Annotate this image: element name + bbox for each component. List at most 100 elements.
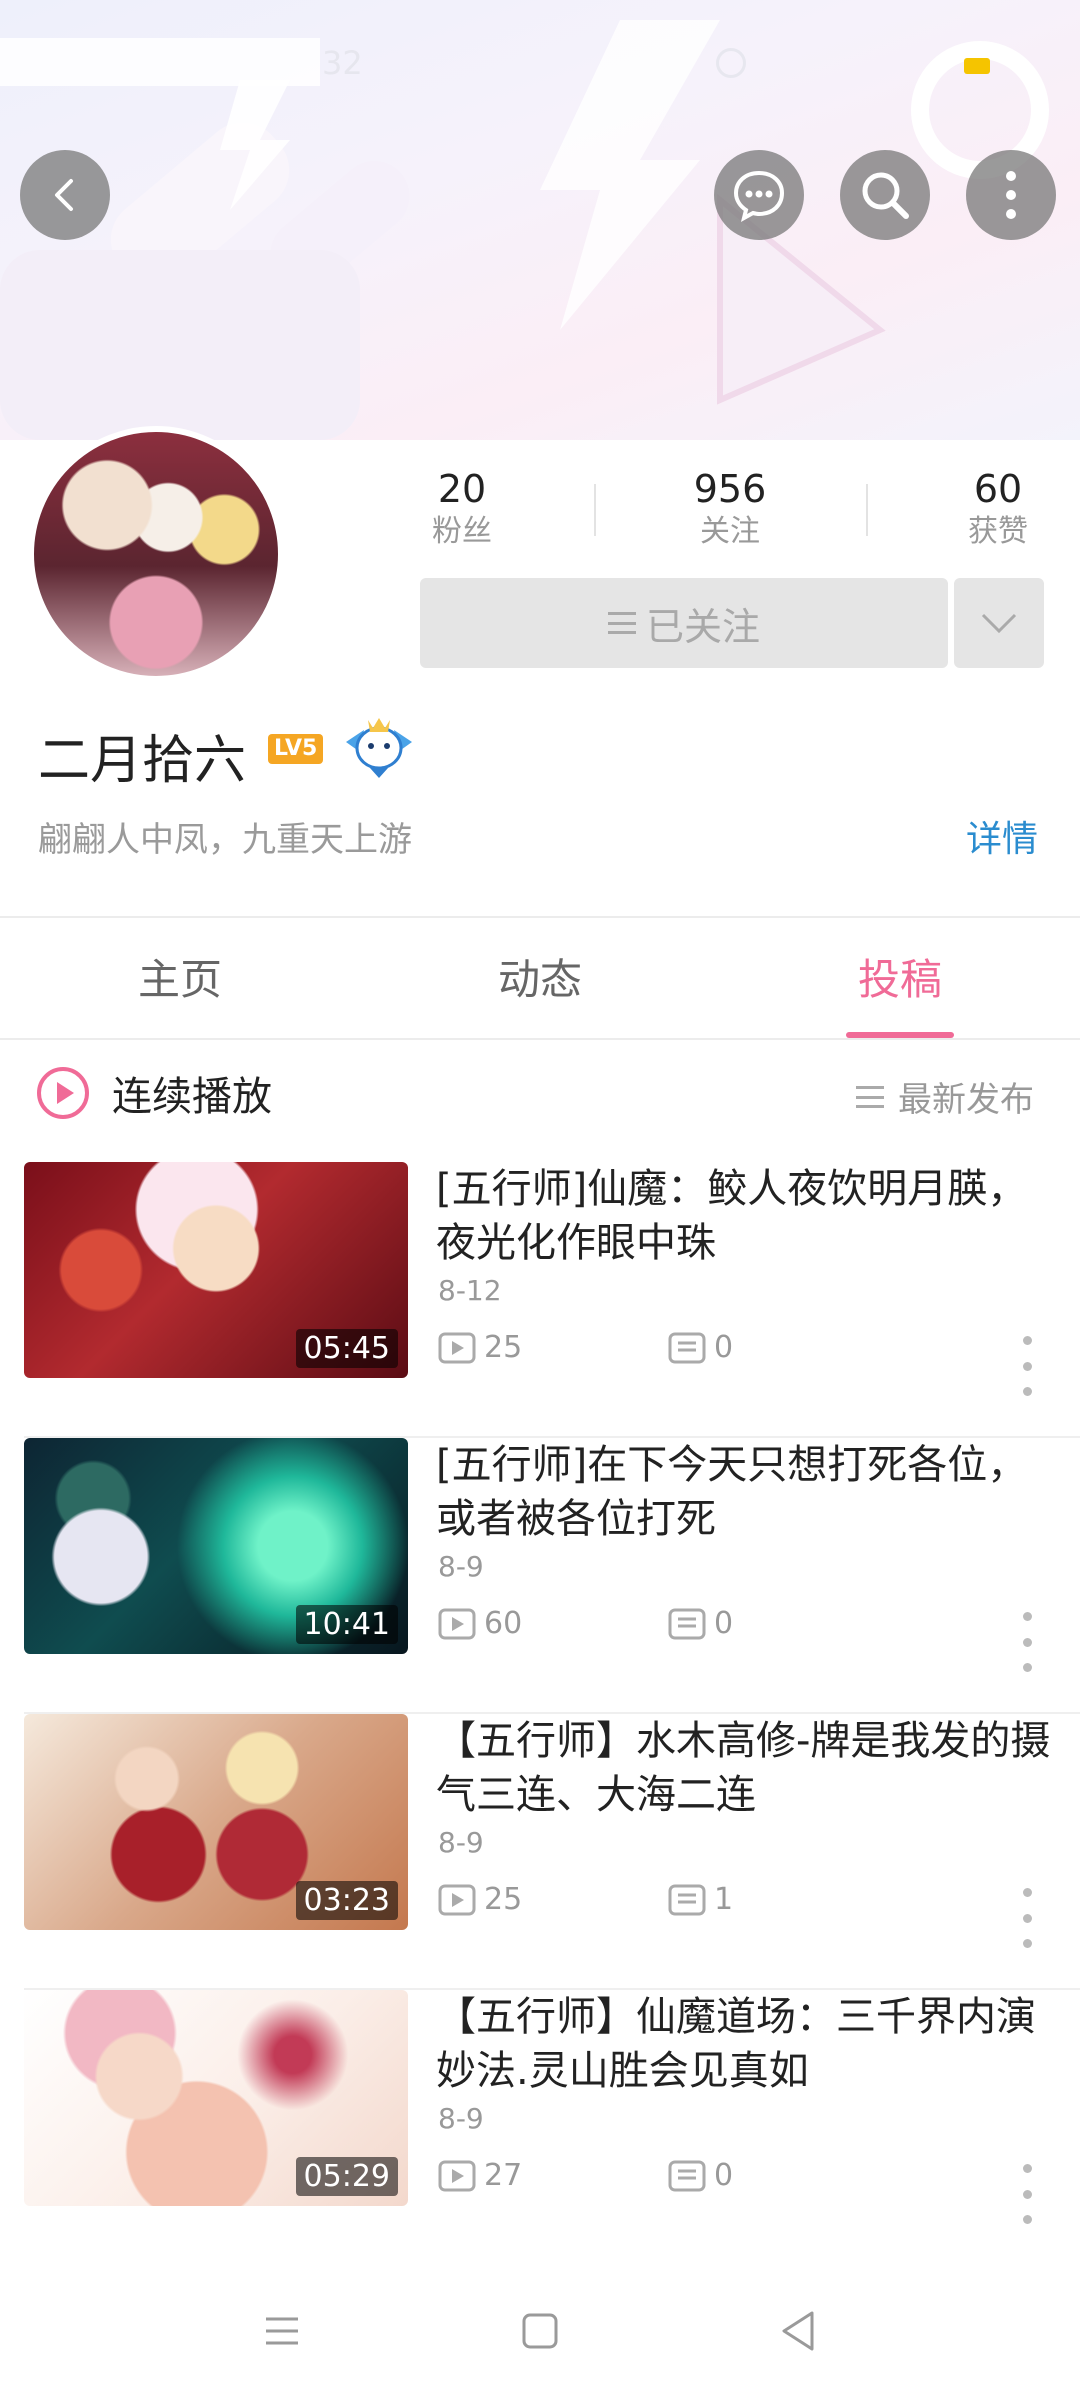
- bio-text: 翩翩人中凤，九重天上游: [38, 820, 412, 860]
- chat-bubble-icon: [733, 170, 785, 222]
- video-comments: 0: [668, 1330, 733, 1365]
- mascot-badge-icon: [346, 718, 412, 778]
- nav-back-button[interactable]: [718, 2262, 878, 2400]
- back-button[interactable]: [20, 150, 110, 240]
- video-plays: 25: [438, 1882, 522, 1917]
- stat-likes-label: 获赞: [968, 514, 1028, 549]
- stat-fans-value: 20: [437, 467, 487, 511]
- video-play-count: 25: [484, 1330, 523, 1365]
- video-title[interactable]: [五行师]仙魔：鲛人夜饮明月朠，夜光化作眼中珠: [436, 1162, 1056, 1270]
- sort-button[interactable]: 最新发布: [856, 1072, 1034, 1121]
- video-more-button[interactable]: [1012, 1612, 1042, 1672]
- video-title[interactable]: 【五行师】仙魔道场：三千界内演妙法.灵山胜会见真如: [436, 1990, 1056, 2098]
- video-comment-count: 1: [714, 1882, 734, 1917]
- detail-link[interactable]: 详情: [966, 810, 1038, 862]
- chevron-left-icon: [55, 179, 73, 211]
- video-thumbnail[interactable]: 10:41: [24, 1438, 408, 1654]
- video-comment-count: 0: [714, 2158, 734, 2193]
- play-circle-icon: [37, 1067, 89, 1119]
- video-comment-count: 0: [714, 1606, 734, 1641]
- video-date: 8-9: [438, 1826, 484, 1859]
- username: 二月拾六: [38, 731, 247, 791]
- video-plays: 27: [438, 2158, 522, 2193]
- followed-button-label: 已关注: [645, 604, 760, 649]
- video-play-count: 27: [484, 2158, 523, 2193]
- stat-likes[interactable]: 60 获赞: [918, 466, 1078, 552]
- play-count-icon: [438, 1608, 476, 1639]
- video-thumbnail[interactable]: 05:29: [24, 1990, 408, 2206]
- tab-dynamics[interactable]: 动态: [440, 946, 640, 1007]
- video-thumbnail[interactable]: 03:23: [24, 1714, 408, 1930]
- video-item[interactable]: 05:45 [五行师]仙魔：鲛人夜饮明月朠，夜光化作眼中珠 8-12 25 0: [0, 1162, 1080, 1438]
- video-title[interactable]: [五行师]在下今天只想打死各位，或者被各位打死: [436, 1438, 1056, 1546]
- video-duration: 03:23: [295, 1881, 398, 1920]
- video-more-button[interactable]: [1012, 1888, 1042, 1948]
- stat-following-label: 关注: [700, 514, 760, 549]
- video-more-button[interactable]: [1012, 1336, 1042, 1396]
- more-vertical-icon: [1006, 171, 1016, 219]
- more-button[interactable]: [966, 150, 1056, 240]
- chevron-down-icon: [981, 613, 1017, 634]
- video-play-count: 60: [484, 1606, 523, 1641]
- video-more-button[interactable]: [1012, 2164, 1042, 2224]
- video-plays: 60: [438, 1606, 522, 1641]
- section-divider: [0, 916, 1080, 918]
- stat-following[interactable]: 956 关注: [650, 466, 810, 552]
- system-nav-bar: [0, 2262, 1080, 2400]
- alarm-icon: [716, 48, 746, 78]
- video-play-count: 25: [484, 1882, 523, 1917]
- level-badge: LV5: [268, 734, 324, 764]
- stat-fans-label: 粉丝: [432, 514, 492, 549]
- tabs-divider: [0, 1038, 1080, 1040]
- sort-label: 最新发布: [898, 1080, 1034, 1120]
- nav-menu-button[interactable]: [202, 2262, 362, 2400]
- message-button[interactable]: [714, 150, 804, 240]
- video-comments: 0: [668, 2158, 733, 2193]
- status-time: 32: [322, 44, 363, 82]
- play-count-icon: [438, 1884, 476, 1915]
- video-date: 8-9: [438, 2102, 484, 2135]
- video-comments: 1: [668, 1882, 733, 1917]
- video-thumbnail[interactable]: 05:45: [24, 1162, 408, 1378]
- tab-home[interactable]: 主页: [80, 946, 280, 1007]
- play-count-icon: [438, 2160, 476, 2191]
- sort-lines-icon: [856, 1085, 884, 1108]
- stat-divider: [866, 484, 868, 536]
- followed-button[interactable]: 已关注: [420, 578, 948, 668]
- avatar[interactable]: [28, 426, 284, 682]
- video-duration: 05:29: [295, 2157, 398, 2196]
- video-date: 8-12: [438, 1274, 502, 1307]
- comment-count-icon: [668, 2160, 706, 2191]
- video-item[interactable]: 03:23 【五行师】水木高修-牌是我发的摄气三连、大海二连 8-9 25 1: [0, 1714, 1080, 1990]
- video-item[interactable]: 10:41 [五行师]在下今天只想打死各位，或者被各位打死 8-9 60 0: [0, 1438, 1080, 1714]
- nav-home-button[interactable]: [460, 2262, 620, 2400]
- search-icon: [862, 172, 909, 219]
- profile-banner: 32: [0, 0, 1080, 440]
- play-count-icon: [438, 1332, 476, 1363]
- continuous-play-button[interactable]: 连续播放: [36, 1064, 272, 1122]
- home-square-icon: [522, 2313, 558, 2349]
- video-comments: 0: [668, 1606, 733, 1641]
- comment-count-icon: [668, 1884, 706, 1915]
- search-button[interactable]: [840, 150, 930, 240]
- comment-count-icon: [668, 1608, 706, 1639]
- follow-dropdown-button[interactable]: [954, 578, 1044, 668]
- video-duration: 10:41: [295, 1605, 398, 1644]
- comment-count-icon: [668, 1332, 706, 1363]
- back-triangle-icon: [782, 2311, 814, 2351]
- stat-likes-value: 60: [973, 467, 1023, 511]
- video-comment-count: 0: [714, 1330, 734, 1365]
- stat-following-value: 956: [693, 467, 767, 511]
- battery-icon: [964, 58, 990, 74]
- video-duration: 05:45: [295, 1329, 398, 1368]
- video-title[interactable]: 【五行师】水木高修-牌是我发的摄气三连、大海二连: [436, 1714, 1056, 1822]
- stat-fans[interactable]: 20 粉丝: [382, 466, 542, 552]
- video-item[interactable]: 05:29 【五行师】仙魔道场：三千界内演妙法.灵山胜会见真如 8-9 27 0: [0, 1990, 1080, 2266]
- video-date: 8-9: [438, 1550, 484, 1583]
- status-bar-block: [0, 38, 320, 86]
- video-plays: 25: [438, 1330, 522, 1365]
- menu-lines-icon: [607, 612, 636, 634]
- continuous-play-label: 连续播放: [112, 1074, 272, 1120]
- menu-icon: [266, 2317, 298, 2345]
- tab-uploads[interactable]: 投稿: [800, 946, 1000, 1007]
